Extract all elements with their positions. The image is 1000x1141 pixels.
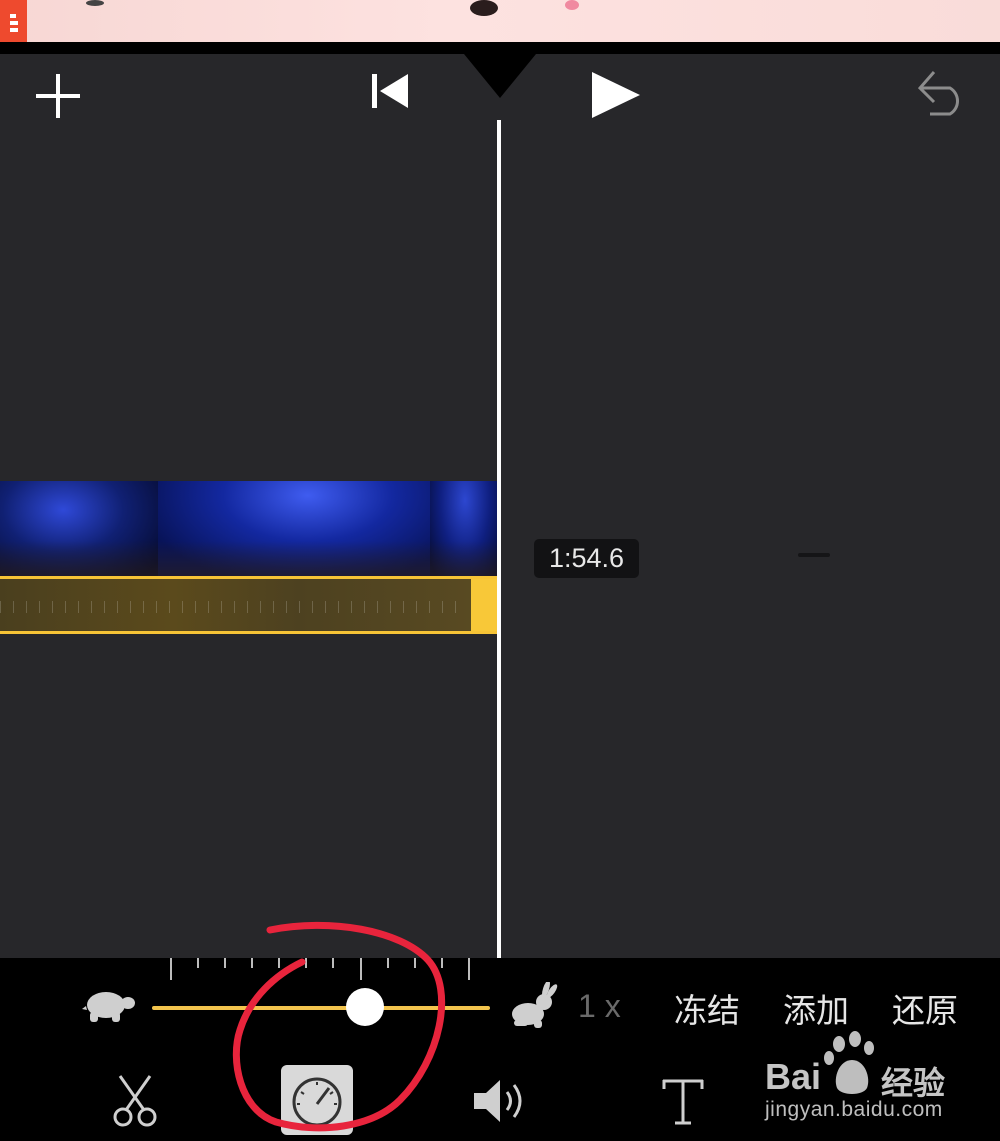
paw-logo-icon — [824, 1031, 874, 1094]
play-icon[interactable] — [590, 70, 642, 120]
playhead-line — [497, 120, 501, 958]
scissors-icon[interactable] — [112, 1074, 158, 1128]
playhead-marker — [464, 54, 536, 98]
clip-frame-detail — [0, 541, 500, 577]
app-badge — [0, 0, 27, 42]
baidu-watermark: Bai 经验 jingyan.baidu.com — [765, 1030, 955, 1130]
preview-figure — [565, 0, 579, 10]
reset-button[interactable]: 还原 — [892, 984, 958, 1032]
freeze-button[interactable]: 冻结 — [674, 984, 740, 1032]
rabbit-icon — [512, 982, 558, 1028]
speed-scale — [170, 958, 474, 982]
turtle-icon — [82, 992, 135, 1022]
divider — [798, 553, 830, 557]
video-clip[interactable] — [0, 481, 500, 577]
speedometer-icon[interactable] — [289, 1074, 345, 1128]
rewind-to-start-icon[interactable] — [372, 74, 410, 108]
timecode-label: 1:54.6 — [534, 539, 639, 578]
watermark-brand: Bai — [765, 1056, 822, 1097]
preview-figure — [470, 0, 498, 16]
add-icon[interactable] — [34, 72, 82, 120]
watermark-url: jingyan.baidu.com — [765, 1098, 943, 1121]
clip-trim-handle[interactable] — [471, 579, 497, 631]
speed-slider-track[interactable] — [152, 1006, 490, 1010]
text-icon[interactable] — [660, 1078, 706, 1126]
clip-waveform — [0, 601, 467, 613]
add-button[interactable]: 添加 — [783, 984, 849, 1032]
speed-value-label: 1 x — [578, 988, 621, 1024]
video-preview-strip — [0, 0, 1000, 42]
speed-slider-knob[interactable] — [346, 988, 384, 1026]
preview-figure — [86, 0, 104, 6]
volume-icon[interactable] — [472, 1078, 530, 1124]
undo-icon[interactable] — [916, 68, 970, 118]
selected-clip[interactable] — [0, 576, 500, 634]
